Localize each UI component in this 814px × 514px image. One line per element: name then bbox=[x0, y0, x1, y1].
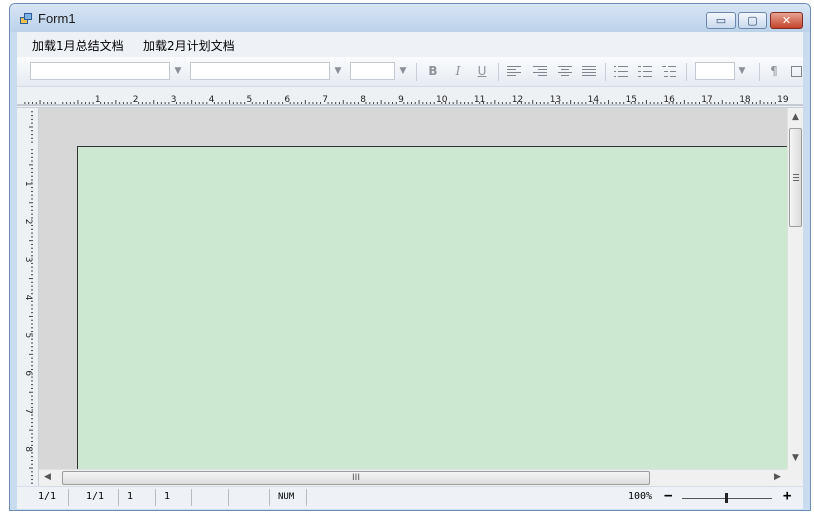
ruler-label: 4 bbox=[23, 295, 33, 301]
ruler-label: 8 bbox=[23, 446, 33, 452]
document-workspace[interactable] bbox=[39, 108, 787, 469]
vertical-scrollbar[interactable]: ▲ ▼ bbox=[787, 108, 803, 469]
underline-button[interactable]: U bbox=[473, 63, 491, 80]
status-bar: 1/1 1/1 1 1 NUM 100% − + bbox=[17, 486, 803, 509]
menu-load-jan-summary[interactable]: 加载1月总结文档 bbox=[32, 37, 124, 54]
ruler-label: 13 bbox=[550, 95, 561, 105]
scroll-left-icon[interactable]: ◀ bbox=[44, 473, 51, 482]
status-separator bbox=[118, 489, 119, 506]
scroll-right-icon[interactable]: ▶ bbox=[774, 473, 781, 482]
justify-icon[interactable] bbox=[582, 66, 596, 77]
zoom-slider-thumb[interactable] bbox=[725, 493, 728, 503]
horizontal-scroll-thumb[interactable]: III bbox=[62, 471, 650, 485]
ruler-label: 1 bbox=[95, 95, 101, 105]
ruler-label: 12 bbox=[512, 95, 523, 105]
vertical-ruler-scale: 1 2 3 4 5 6 7 8 bbox=[23, 111, 33, 484]
ruler-label: 11 bbox=[474, 95, 485, 105]
ruler-label: 15 bbox=[626, 95, 637, 105]
scroll-up-icon[interactable]: ▲ bbox=[792, 113, 799, 122]
toolbar-separator bbox=[416, 63, 417, 81]
title-bar[interactable]: Form1 ▭ ▢ ✕ bbox=[10, 4, 810, 32]
ruler-label: 17 bbox=[701, 95, 712, 105]
ruler-label: 18 bbox=[739, 95, 751, 105]
zoom-out-button[interactable]: − bbox=[664, 488, 672, 504]
ruler-label: 2 bbox=[23, 219, 33, 225]
status-separator bbox=[191, 489, 192, 506]
app-window: Form1 ▭ ▢ ✕ 加载1月总结文档 加载2月计划文档 ▼ ▼ ▼ B I … bbox=[9, 3, 811, 511]
ruler-label: 5 bbox=[247, 95, 253, 105]
font-name-combo[interactable] bbox=[30, 62, 170, 80]
maximize-button[interactable]: ▢ bbox=[738, 12, 767, 29]
scroll-down-icon[interactable]: ▼ bbox=[792, 454, 799, 463]
status-section: 1/1 bbox=[86, 491, 105, 502]
status-page: 1/1 bbox=[38, 491, 57, 502]
horizontal-scrollbar[interactable]: ◀ III ▶ bbox=[39, 469, 787, 486]
chevron-down-icon[interactable]: ▼ bbox=[397, 62, 409, 80]
app-icon bbox=[20, 13, 32, 25]
zoom-level: 100% bbox=[628, 491, 653, 502]
toolbar-separator bbox=[686, 63, 687, 81]
ruler-label: 8 bbox=[360, 95, 366, 105]
status-separator bbox=[269, 489, 270, 506]
spacing-combo[interactable] bbox=[695, 62, 735, 80]
status-separator bbox=[155, 489, 156, 506]
toolbar-separator bbox=[498, 63, 499, 81]
minimize-button[interactable]: ▭ bbox=[706, 12, 736, 29]
numbered-list-icon[interactable] bbox=[638, 66, 652, 77]
horizontal-ruler-scale: 1234567891011121314151617181920 bbox=[17, 95, 803, 106]
style-combo[interactable] bbox=[190, 62, 330, 80]
client-area: 加载1月总结文档 加载2月计划文档 ▼ ▼ ▼ B I U ▼ ¶ 1 2 3 … bbox=[17, 32, 803, 509]
align-right-icon[interactable] bbox=[533, 66, 547, 77]
document-page[interactable] bbox=[77, 146, 787, 469]
ruler-label: 3 bbox=[171, 95, 177, 105]
vertical-ruler[interactable]: 1 2 3 4 5 6 7 8 bbox=[17, 108, 39, 486]
close-button[interactable]: ✕ bbox=[770, 12, 803, 29]
ruler-label: 6 bbox=[284, 95, 290, 105]
vertical-scroll-thumb[interactable] bbox=[789, 128, 802, 227]
ruler-label: 9 bbox=[398, 95, 404, 105]
status-num-lock: NUM bbox=[278, 492, 295, 502]
status-line: 1 bbox=[127, 491, 134, 502]
status-separator bbox=[306, 489, 307, 506]
zoom-in-button[interactable]: + bbox=[783, 488, 791, 504]
bullet-list-icon[interactable] bbox=[614, 66, 628, 77]
ruler-label: 10 bbox=[436, 95, 448, 105]
status-separator bbox=[228, 489, 229, 506]
toolbar-separator bbox=[605, 63, 606, 81]
status-column: 1 bbox=[164, 491, 171, 502]
multilevel-list-icon[interactable] bbox=[662, 66, 676, 77]
ruler-label: 2 bbox=[133, 95, 139, 105]
toolbar-separator bbox=[759, 63, 760, 81]
ruler-label: 1 bbox=[23, 181, 33, 187]
status-separator bbox=[68, 489, 69, 506]
ruler-label: 6 bbox=[23, 370, 33, 376]
format-toolbar: ▼ ▼ ▼ B I U ▼ ¶ bbox=[17, 57, 803, 87]
ruler-label: 16 bbox=[663, 95, 675, 105]
menu-load-feb-plan[interactable]: 加载2月计划文档 bbox=[143, 37, 235, 54]
ruler-label: 5 bbox=[23, 333, 33, 339]
window-title: Form1 bbox=[38, 11, 76, 26]
scroll-corner bbox=[787, 469, 803, 486]
bold-button[interactable]: B bbox=[424, 63, 442, 80]
horizontal-ruler[interactable]: 1234567891011121314151617181920 bbox=[17, 87, 803, 108]
paragraph-mark-button[interactable]: ¶ bbox=[765, 63, 783, 80]
font-size-combo[interactable] bbox=[350, 62, 395, 80]
ruler-label: 14 bbox=[588, 95, 600, 105]
chevron-down-icon[interactable]: ▼ bbox=[736, 62, 748, 80]
align-left-icon[interactable] bbox=[507, 66, 521, 77]
menu-bar: 加载1月总结文档 加载2月计划文档 bbox=[17, 32, 803, 57]
ruler-label: 7 bbox=[23, 408, 33, 414]
chevron-down-icon[interactable]: ▼ bbox=[172, 62, 184, 80]
ruler-label: 19 bbox=[777, 95, 789, 105]
ruler-label: 4 bbox=[209, 95, 215, 105]
chevron-down-icon[interactable]: ▼ bbox=[332, 62, 344, 80]
more-tools-icon[interactable] bbox=[789, 63, 803, 80]
ruler-label: 3 bbox=[23, 257, 33, 263]
ruler-label: 7 bbox=[322, 95, 328, 105]
align-center-icon[interactable] bbox=[558, 66, 572, 77]
italic-button[interactable]: I bbox=[449, 63, 467, 80]
